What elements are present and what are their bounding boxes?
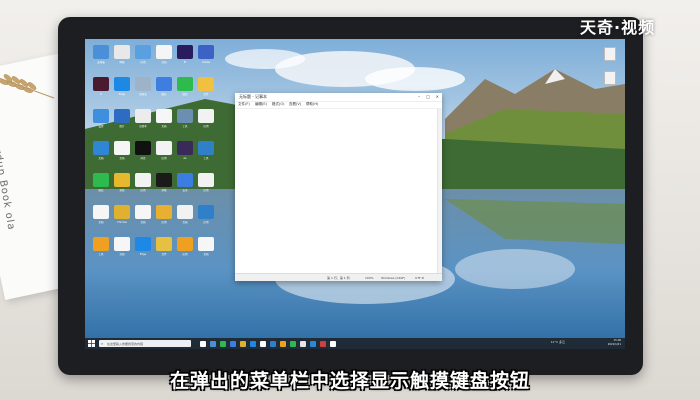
status-cursor-position: 第 1 行，第 1 列 xyxy=(327,275,350,280)
desktop-app-label: 文件 xyxy=(203,93,209,96)
taskbar-app-icon[interactable] xyxy=(300,340,306,347)
taskbar-search-box[interactable]: ⌕ 在这里输入你要搜索的内容 xyxy=(99,340,191,347)
menu-format[interactable]: 格式(O) xyxy=(272,102,285,107)
desktop-app-icon[interactable] xyxy=(93,141,109,155)
menu-file[interactable]: 文件(F) xyxy=(238,102,250,107)
desktop-file-icon[interactable] xyxy=(604,71,616,85)
desktop-app-icon[interactable] xyxy=(114,237,130,251)
desktop-app-icon[interactable] xyxy=(198,237,214,251)
desktop-app-label: 应用 xyxy=(203,125,209,128)
desktop-app-label: 应用 xyxy=(203,189,209,192)
taskbar: ⌕ 在这里输入你要搜索的内容 12°C 多云 15:00 2021/1/21 xyxy=(85,338,625,349)
taskbar-app-icon[interactable] xyxy=(280,340,286,347)
taskbar-app-icon[interactable] xyxy=(270,340,276,347)
notepad-menubar: 文件(F) 编辑(E) 格式(O) 查看(V) 帮助(H) xyxy=(235,101,442,109)
desktop-app-icon[interactable] xyxy=(114,109,130,123)
desktop-app-icon[interactable] xyxy=(156,45,172,59)
search-placeholder: 在这里输入你要搜索的内容 xyxy=(107,341,144,346)
menu-help[interactable]: 帮助(H) xyxy=(306,102,318,107)
desktop-app-icon[interactable] xyxy=(177,77,193,91)
taskbar-app-icon[interactable] xyxy=(220,340,226,347)
desktop-app-icon[interactable] xyxy=(114,141,130,155)
close-icon[interactable]: × xyxy=(436,94,439,99)
notepad-window[interactable]: 无标题 - 记事本 – □ × 文件(F) 编辑(E) 格式(O) 查看(V) … xyxy=(235,93,442,281)
desktop-app-icon[interactable] xyxy=(93,237,109,251)
watermark-logo: 天奇·视频 xyxy=(580,18,656,37)
desktop-app-label: 应用 xyxy=(203,221,209,224)
wheat-decoration xyxy=(0,74,55,99)
desktop-app-icon[interactable] xyxy=(198,109,214,123)
taskbar-clock[interactable]: 15:00 2021/1/21 xyxy=(608,339,621,346)
desktop-app-icon[interactable] xyxy=(114,205,130,219)
desktop-app-icon[interactable] xyxy=(135,77,151,91)
video-caption: 在弹出的菜单栏中选择显示触摸键盘按钮 xyxy=(169,370,530,392)
notepad-text-area[interactable] xyxy=(235,109,438,274)
desktop-app-icon[interactable] xyxy=(114,45,130,59)
desktop-screen: 此电脑 网络 应用 文档 Pr Adobe In Edge 回收站 图标 微信 文件 设置 照片 记事本 文档… xyxy=(85,39,625,349)
desktop-app-icon[interactable] xyxy=(177,109,193,123)
maximize-icon[interactable]: □ xyxy=(426,94,430,99)
clock-date: 2021/1/21 xyxy=(607,342,621,346)
status-zoom: 100% xyxy=(365,275,374,280)
taskbar-app-icon[interactable] xyxy=(210,340,216,347)
desktop-app-icon[interactable] xyxy=(135,205,151,219)
status-encoding: UTF-8 xyxy=(415,275,424,280)
desktop-app-icon[interactable] xyxy=(135,109,151,123)
taskbar-app-icon[interactable] xyxy=(240,340,246,347)
taskbar-app-icon[interactable] xyxy=(230,340,236,347)
desktop-app-icon[interactable] xyxy=(135,141,151,155)
desktop-app-icon[interactable] xyxy=(93,45,109,59)
minimize-icon[interactable]: – xyxy=(418,94,420,99)
desktop-app-icon[interactable] xyxy=(135,173,151,187)
desktop-app-icon[interactable] xyxy=(135,45,151,59)
notepad-title: 无标题 - 记事本 xyxy=(239,94,267,99)
desktop-app-icon[interactable] xyxy=(198,173,214,187)
desktop-app-label: 工具 xyxy=(203,157,209,160)
taskbar-app-icon[interactable] xyxy=(200,340,206,347)
desktop-app-icon[interactable] xyxy=(177,173,193,187)
desktop-app-icon[interactable] xyxy=(93,109,109,123)
notepad-statusbar: 第 1 行，第 1 列 100% Windows (CRLF) UTF-8 xyxy=(235,273,442,281)
status-line-ending: Windows (CRLF) xyxy=(381,275,406,280)
desktop-app-icon[interactable] xyxy=(156,141,172,155)
menu-edit[interactable]: 编辑(E) xyxy=(255,102,267,107)
taskbar-app-icon[interactable] xyxy=(330,340,336,347)
desktop-app-icon[interactable] xyxy=(93,173,109,187)
desktop-app-icon[interactable] xyxy=(93,77,109,91)
desktop-app-label: 文档 xyxy=(203,253,209,256)
notepad-scrollbar[interactable] xyxy=(437,109,442,274)
desktop-app-icon[interactable] xyxy=(114,173,130,187)
desktop-app-icon[interactable] xyxy=(135,237,151,251)
desktop-app-icon[interactable] xyxy=(156,109,172,123)
desktop-app-icon[interactable] xyxy=(177,237,193,251)
desktop-app-icon[interactable] xyxy=(177,205,193,219)
desktop-app-label: Adobe xyxy=(202,61,210,64)
taskbar-app-icon[interactable] xyxy=(250,340,256,347)
taskbar-app-icon[interactable] xyxy=(260,340,266,347)
windows-start-icon[interactable] xyxy=(88,340,95,347)
desktop-app-icon[interactable] xyxy=(198,77,214,91)
desktop-app-icon[interactable] xyxy=(198,45,214,59)
monitor: 此电脑 网络 应用 文档 Pr Adobe In Edge 回收站 图标 微信 文件 设置 照片 记事本 文档… xyxy=(58,17,643,375)
desktop-app-icon[interactable] xyxy=(114,77,130,91)
desktop-app-icon[interactable] xyxy=(93,205,109,219)
desktop-app-icon[interactable] xyxy=(177,45,193,59)
menu-view[interactable]: 查看(V) xyxy=(289,102,301,107)
taskbar-app-icon[interactable] xyxy=(310,340,316,347)
desktop-app-icon[interactable] xyxy=(156,173,172,187)
weather-widget[interactable]: 12°C 多云 xyxy=(551,340,565,344)
desktop-app-icon[interactable] xyxy=(156,77,172,91)
taskbar-app-icon[interactable] xyxy=(290,340,296,347)
desktop-app-icon[interactable] xyxy=(156,205,172,219)
desktop-file-icon[interactable] xyxy=(604,47,616,61)
desktop-app-icon[interactable] xyxy=(198,141,214,155)
desktop-app-icon[interactable] xyxy=(156,237,172,251)
search-icon: ⌕ xyxy=(101,340,104,346)
taskbar-app-icon[interactable] xyxy=(320,340,326,347)
desktop-app-icon[interactable] xyxy=(198,205,214,219)
desktop-app-icon[interactable] xyxy=(177,141,193,155)
